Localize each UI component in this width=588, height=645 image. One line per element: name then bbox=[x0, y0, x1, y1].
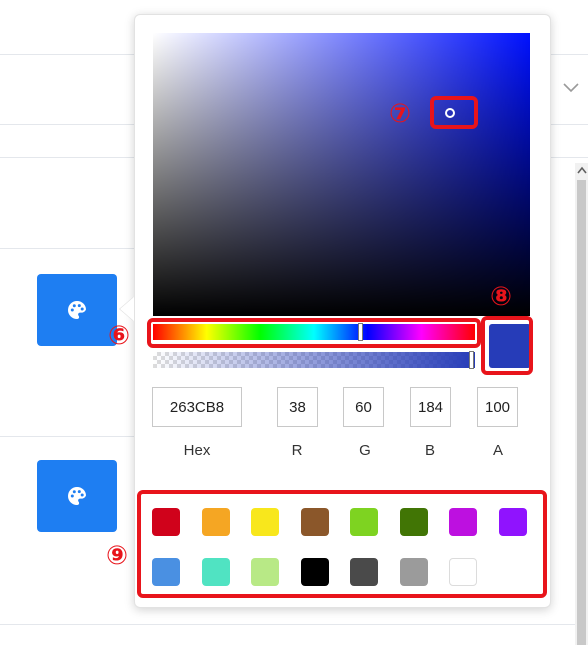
hex-label: Hex bbox=[183, 442, 211, 459]
divider bbox=[549, 157, 588, 158]
annotation-box-preview bbox=[481, 316, 533, 375]
alpha-slider[interactable] bbox=[153, 352, 475, 368]
divider bbox=[549, 124, 588, 125]
divider bbox=[0, 157, 135, 158]
divider bbox=[0, 124, 135, 125]
annotation-box-swatches bbox=[137, 490, 547, 598]
callout-7: ⑦ bbox=[389, 99, 412, 129]
annotation-box-handle bbox=[430, 96, 478, 129]
divider bbox=[549, 54, 588, 55]
palette-button[interactable] bbox=[37, 274, 117, 346]
blue-input[interactable] bbox=[410, 387, 451, 427]
palette-button[interactable] bbox=[37, 460, 117, 532]
red-input[interactable] bbox=[277, 387, 318, 427]
divider bbox=[0, 54, 135, 55]
chevron-down-icon[interactable] bbox=[561, 80, 581, 94]
alpha-label: A bbox=[492, 442, 503, 459]
callout-9: ⑨ bbox=[106, 541, 129, 571]
alpha-input[interactable] bbox=[477, 387, 518, 427]
annotation-box-hue bbox=[147, 318, 481, 348]
hex-input[interactable] bbox=[152, 387, 242, 427]
red-label: R bbox=[291, 442, 303, 459]
alpha-slider-handle[interactable] bbox=[469, 351, 474, 369]
callout-6: ⑥ bbox=[108, 321, 131, 351]
saturation-value-panel[interactable] bbox=[153, 33, 530, 316]
scrollbar-thumb[interactable] bbox=[577, 180, 586, 645]
divider bbox=[0, 248, 135, 249]
divider bbox=[0, 436, 135, 437]
green-input[interactable] bbox=[343, 387, 384, 427]
chevron-up-icon[interactable] bbox=[577, 166, 587, 174]
palette-icon bbox=[68, 301, 86, 319]
callout-8: ⑧ bbox=[490, 282, 513, 312]
green-label: G bbox=[359, 442, 371, 459]
blue-label: B bbox=[424, 442, 435, 459]
palette-icon bbox=[68, 487, 86, 505]
popup-arrow bbox=[120, 297, 134, 321]
divider bbox=[0, 624, 575, 625]
